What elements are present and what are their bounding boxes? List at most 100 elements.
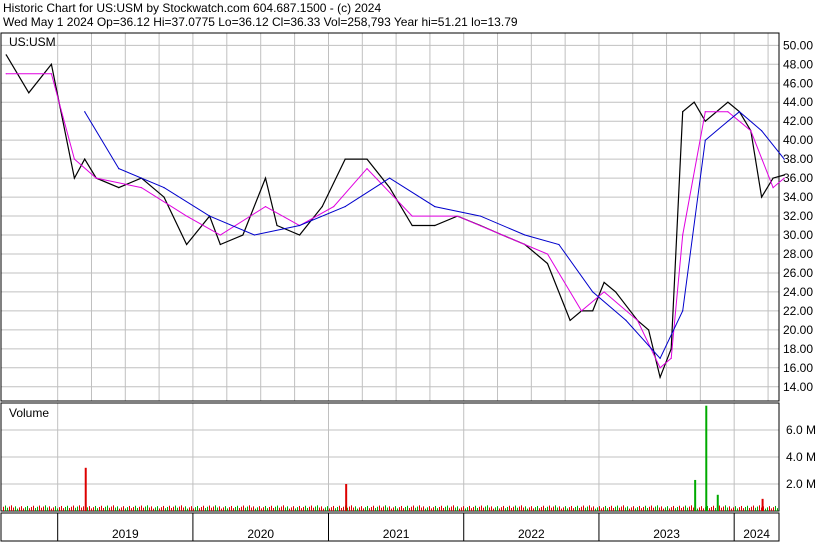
volume-bar [209, 505, 210, 511]
volume-bar [301, 508, 302, 511]
volume-bar [683, 506, 684, 511]
volume-bar [727, 507, 728, 511]
volume-bar [393, 507, 394, 511]
price-tick-label: 32.00 [783, 209, 813, 223]
volume-bar [43, 506, 44, 511]
volume-bar [561, 508, 562, 511]
data-point-price [28, 92, 30, 94]
volume-tick-label: 6.0 M [786, 423, 816, 437]
volume-bar [171, 507, 172, 511]
volume-bar [81, 507, 82, 511]
volume-bar [245, 507, 246, 511]
data-point-price [783, 174, 785, 176]
volume-bar [689, 506, 690, 511]
volume-bar [11, 505, 12, 511]
volume-bar [701, 506, 702, 511]
volume-bar [233, 508, 234, 511]
volume-bar [357, 508, 358, 511]
volume-bar [223, 507, 224, 511]
volume-bar [679, 505, 680, 511]
data-point-moving-average-short [580, 310, 583, 312]
volume-bar [713, 505, 714, 511]
volume-bar [531, 506, 532, 511]
volume-bar [175, 505, 176, 511]
volume-bar [635, 508, 636, 511]
volume-bar [289, 508, 290, 511]
data-point-price [772, 177, 774, 179]
volume-bar [199, 508, 200, 511]
price-tick-label: 24.00 [783, 285, 813, 299]
volume-bar [617, 505, 618, 511]
x-tick-label: 2020 [247, 527, 274, 541]
volume-bar [637, 507, 638, 511]
volume-bar [437, 508, 438, 511]
volume-bar [451, 506, 452, 511]
data-point-moving-average-long [625, 319, 627, 321]
volume-bar [711, 506, 712, 511]
volume-bar [71, 506, 72, 511]
volume-spike-bar [84, 467, 87, 511]
volume-bar [565, 506, 566, 511]
data-point-price [344, 158, 346, 160]
data-point-price [163, 196, 165, 198]
volume-bar [179, 506, 180, 511]
volume-bar [729, 506, 730, 511]
volume-bar [521, 505, 522, 511]
volume-bar [641, 508, 642, 511]
volume-bar [593, 506, 594, 511]
volume-bar [499, 508, 500, 511]
volume-bar [101, 505, 102, 511]
data-point-moving-average-long [738, 111, 740, 113]
volume-bar [263, 507, 264, 511]
volume-bar [591, 507, 592, 511]
volume-bar [367, 505, 368, 511]
volume-bar [661, 506, 662, 511]
volume-bar [743, 508, 744, 511]
data-point-moving-average-short [264, 205, 267, 208]
volume-bar [597, 507, 598, 511]
data-point-price [50, 63, 52, 65]
volume-bar [87, 507, 88, 511]
volume-bar [481, 505, 482, 511]
volume-bar [649, 506, 650, 511]
volume-bar [629, 508, 630, 511]
volume-bar [307, 507, 308, 511]
data-point-moving-average-long [299, 224, 301, 227]
volume-bar [551, 507, 552, 511]
volume-bar [601, 508, 602, 511]
volume-bar [687, 507, 688, 511]
volume-bar [745, 506, 746, 511]
volume-bar [555, 505, 556, 511]
volume-bar [613, 507, 614, 511]
volume-bar [115, 507, 116, 511]
volume-bar [595, 508, 596, 511]
chart-header-quote: Wed May 1 2024 Op=36.12 Hi=37.0775 Lo=36… [3, 15, 518, 29]
volume-bar [373, 505, 374, 511]
volume-bar [107, 505, 108, 511]
volume-bar [433, 507, 434, 511]
data-point-moving-average-long [434, 205, 436, 208]
volume-bar [505, 508, 506, 511]
data-point-moving-average-long [704, 139, 706, 141]
volume-gridlines [1, 403, 779, 511]
volume-bar [719, 505, 720, 511]
volume-bar [277, 505, 278, 511]
data-point-price [760, 196, 763, 198]
volume-bar [103, 507, 104, 511]
volume-bar [137, 507, 138, 511]
data-point-price [693, 101, 695, 103]
data-point-moving-average-long [84, 111, 86, 113]
volume-bars [3, 405, 778, 511]
volume-bar [37, 506, 38, 511]
volume-bar [749, 507, 750, 511]
x-tick-label: 2021 [383, 527, 410, 541]
volume-bar [633, 506, 634, 511]
volume-bar [747, 505, 748, 511]
volume-bar [261, 508, 262, 511]
volume-bar [657, 505, 658, 511]
volume-bar [439, 506, 440, 511]
price-tick-label: 22.00 [783, 304, 813, 318]
volume-bar [449, 507, 450, 511]
price-panel-frame [0, 32, 780, 402]
volume-bar [217, 507, 218, 511]
